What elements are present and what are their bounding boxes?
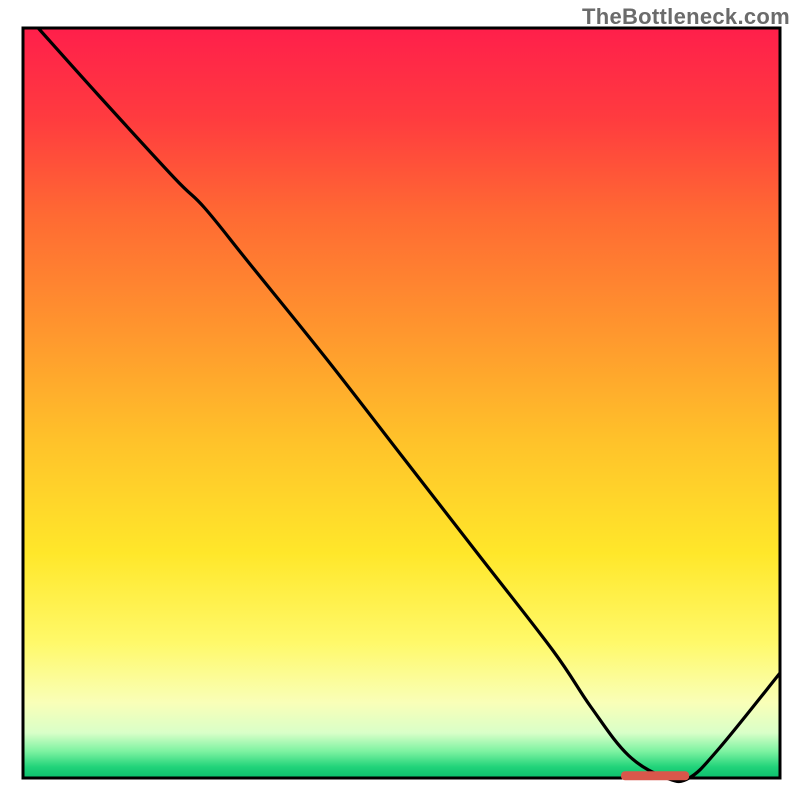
attribution-text: TheBottleneck.com bbox=[582, 4, 790, 30]
bottleneck-chart bbox=[0, 0, 800, 800]
plot-background bbox=[23, 28, 780, 778]
minimum-marker bbox=[621, 771, 689, 780]
chart-stage: TheBottleneck.com bbox=[0, 0, 800, 800]
